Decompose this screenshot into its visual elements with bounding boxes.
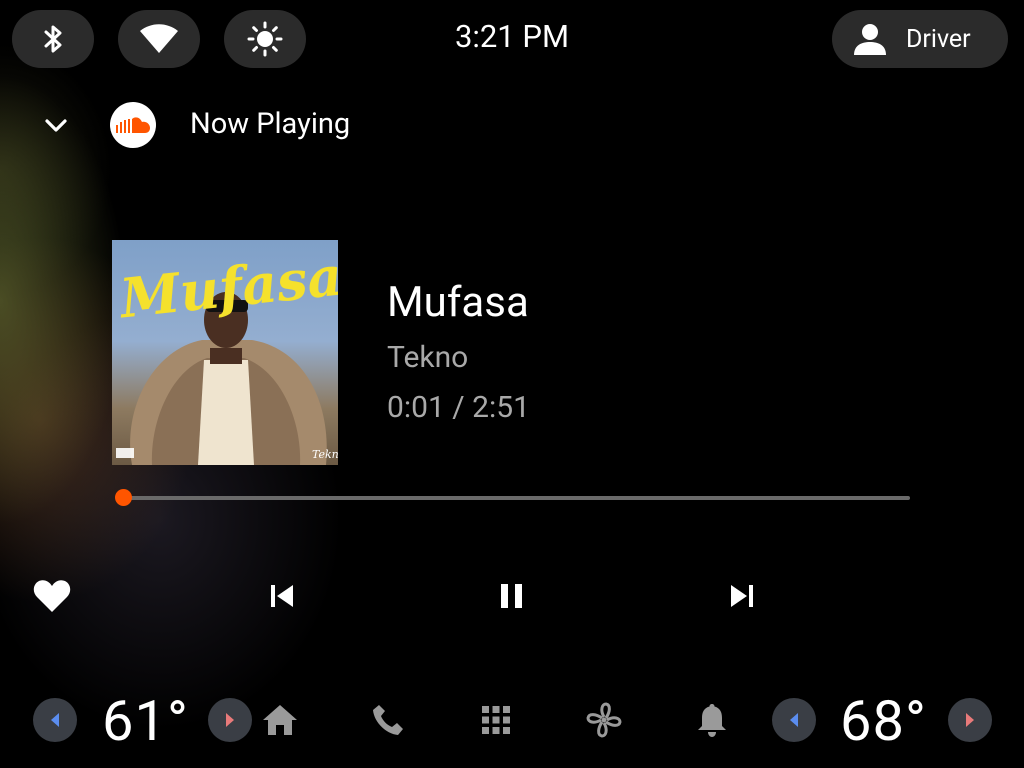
bluetooth-button[interactable] bbox=[12, 10, 94, 68]
right-temperature: 68° bbox=[840, 688, 927, 754]
left-temperature: 61° bbox=[102, 688, 189, 754]
right-temp-up-button[interactable] bbox=[948, 698, 992, 742]
soundcloud-icon bbox=[116, 117, 150, 133]
right-temp-down-button[interactable] bbox=[772, 698, 816, 742]
home-button[interactable] bbox=[255, 696, 305, 744]
left-temp-down-button[interactable] bbox=[33, 698, 77, 742]
previous-track-button[interactable] bbox=[254, 568, 310, 624]
hvac-fan-button[interactable] bbox=[579, 696, 629, 744]
bluetooth-icon bbox=[44, 25, 62, 53]
album-art: Mufasa Tekno bbox=[112, 240, 338, 465]
now-playing-title: Now Playing bbox=[190, 107, 351, 141]
apps-button[interactable] bbox=[471, 696, 521, 744]
person-icon bbox=[854, 24, 886, 55]
phone-button[interactable] bbox=[363, 696, 413, 744]
track-artist: Tekno bbox=[387, 340, 469, 375]
track-title: Mufasa bbox=[387, 278, 529, 327]
home-icon bbox=[263, 705, 297, 735]
brightness-button[interactable] bbox=[224, 10, 306, 68]
skip-next-icon bbox=[731, 585, 753, 607]
skip-previous-icon bbox=[271, 585, 293, 607]
user-label: Driver bbox=[906, 24, 971, 54]
now-playing-header: Now Playing bbox=[0, 100, 1024, 152]
wifi-icon bbox=[140, 24, 178, 53]
fan-icon bbox=[586, 702, 622, 738]
arrow-left-icon bbox=[790, 713, 798, 727]
progress-thumb[interactable] bbox=[114, 489, 132, 506]
collapse-button[interactable] bbox=[34, 108, 78, 144]
chevron-down-icon bbox=[45, 119, 67, 132]
source-app-logo bbox=[110, 102, 156, 148]
bell-icon bbox=[698, 704, 726, 737]
clock: 3:21 PM bbox=[454, 18, 570, 55]
left-temp-up-button[interactable] bbox=[208, 698, 252, 742]
notifications-button[interactable] bbox=[687, 696, 737, 744]
pause-icon bbox=[501, 584, 522, 608]
pause-button[interactable] bbox=[484, 568, 540, 624]
phone-icon bbox=[373, 705, 403, 735]
apps-grid-icon bbox=[482, 706, 510, 734]
brightness-icon bbox=[247, 21, 283, 57]
arrow-left-icon bbox=[51, 713, 59, 727]
arrow-right-icon bbox=[226, 713, 234, 727]
track-time: 0:01 / 2:51 bbox=[387, 390, 530, 425]
album-art-signature: Tekno bbox=[312, 448, 338, 461]
heart-icon bbox=[33, 580, 71, 612]
arrow-right-icon bbox=[966, 713, 974, 727]
like-button[interactable] bbox=[24, 568, 80, 624]
wifi-button[interactable] bbox=[118, 10, 200, 68]
album-art-title: Mufasa bbox=[115, 244, 338, 331]
progress-bar[interactable] bbox=[114, 489, 910, 506]
user-profile-button[interactable]: Driver bbox=[832, 10, 1008, 68]
next-track-button[interactable] bbox=[714, 568, 770, 624]
